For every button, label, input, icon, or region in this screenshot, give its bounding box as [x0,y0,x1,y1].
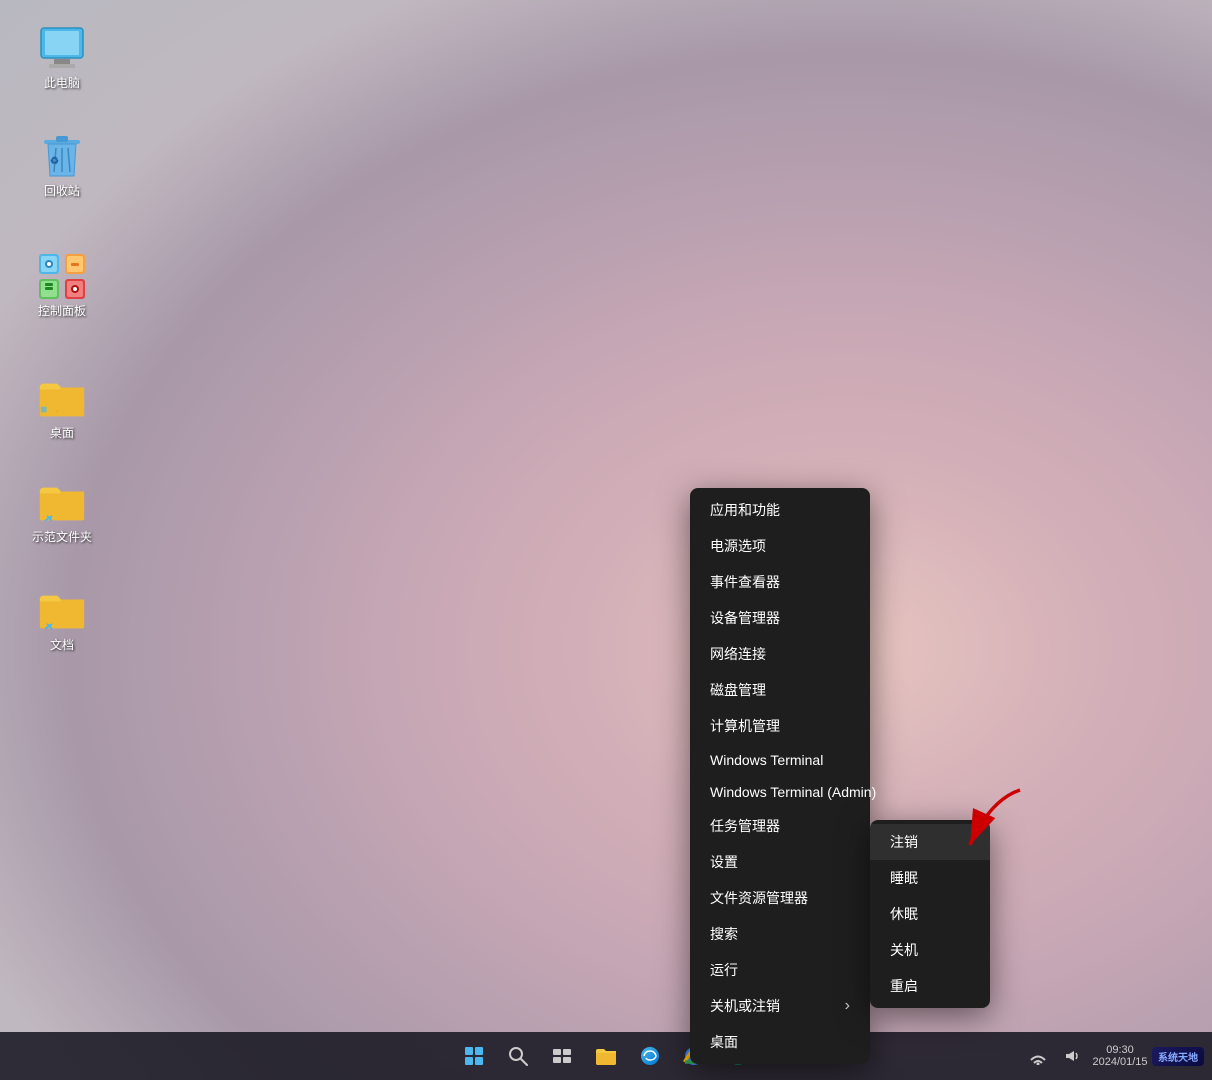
folder-icon [595,1046,617,1066]
menu-item-task-manager[interactable]: 任务管理器 [690,808,870,844]
taskbar: 09:30 2024/01/15 系统天地 [0,1032,1212,1080]
desktop-icon-control-panel[interactable]: 控制面板 [22,248,102,324]
search-icon [508,1046,528,1066]
windows-logo-icon [465,1047,483,1065]
tray-network[interactable] [1022,1040,1054,1072]
this-pc-label: 此电脑 [44,76,80,92]
start-button[interactable] [454,1036,494,1076]
desktop-icon-this-pc[interactable]: 此电脑 [22,20,102,96]
menu-item-disk-mgmt[interactable]: 磁盘管理 [690,672,870,708]
folder-1-label: 桌面 [50,426,74,442]
menu-item-windows-terminal[interactable]: Windows Terminal [690,744,870,776]
task-view-icon [552,1048,572,1064]
folder-3-label: 文档 [50,638,74,654]
submenu-sleep[interactable]: 睡眠 [870,860,990,896]
menu-item-apps[interactable]: 应用和功能 [690,492,870,528]
desktop-icon-recycle-bin[interactable]: ♻ 回收站 [22,128,102,204]
menu-item-shutdown[interactable]: 关机或注销 [690,988,870,1024]
task-view-button[interactable] [542,1036,582,1076]
tray-volume[interactable] [1056,1040,1088,1072]
menu-item-network[interactable]: 网络连接 [690,636,870,672]
menu-item-windows-terminal-admin[interactable]: Windows Terminal (Admin) [690,776,870,808]
recycle-bin-label: 回收站 [44,184,80,200]
svg-text:♻: ♻ [50,156,59,167]
menu-item-settings[interactable]: 设置 [690,844,870,880]
watermark-text: 系统天地 [1158,1049,1198,1064]
system-tray: 09:30 2024/01/15 系统天地 [1022,1032,1212,1080]
shutdown-submenu: 注销 睡眠 休眠 关机 重启 [870,820,990,1008]
menu-item-desktop[interactable]: 桌面 [690,1024,870,1060]
clock[interactable]: 09:30 2024/01/15 [1090,1040,1150,1072]
control-panel-label: 控制面板 [38,304,86,320]
edge-button[interactable] [630,1036,670,1076]
submenu-signout[interactable]: 注销 [870,824,990,860]
menu-item-power[interactable]: 电源选项 [690,528,870,564]
edge-icon [639,1045,661,1067]
menu-item-file-explorer[interactable]: 文件资源管理器 [690,880,870,916]
desktop: 此电脑 ♻ 回收站 [0,0,1212,1080]
search-button[interactable] [498,1036,538,1076]
folder-2-label: 示范文件夹 [32,530,92,546]
submenu-shutdown[interactable]: 关机 [870,932,990,968]
menu-item-run[interactable]: 运行 [690,952,870,988]
desktop-icon-folder-2[interactable]: 示范文件夹 [22,474,102,550]
file-explorer-button[interactable] [586,1036,626,1076]
menu-item-computer-mgmt[interactable]: 计算机管理 [690,708,870,744]
watermark-badge: 系统天地 [1152,1047,1204,1066]
desktop-icon-folder-3[interactable]: 文档 [22,582,102,658]
submenu-restart[interactable]: 重启 [870,968,990,1004]
desktop-icon-folder-1[interactable]: 桌面 [22,370,102,446]
menu-item-search[interactable]: 搜索 [690,916,870,952]
submenu-hibernate[interactable]: 休眠 [870,896,990,932]
menu-item-event-viewer[interactable]: 事件查看器 [690,564,870,600]
context-menu: 应用和功能 电源选项 事件查看器 设备管理器 网络连接 磁盘管理 计算机管理 W… [690,488,870,1064]
menu-item-device-manager[interactable]: 设备管理器 [690,600,870,636]
